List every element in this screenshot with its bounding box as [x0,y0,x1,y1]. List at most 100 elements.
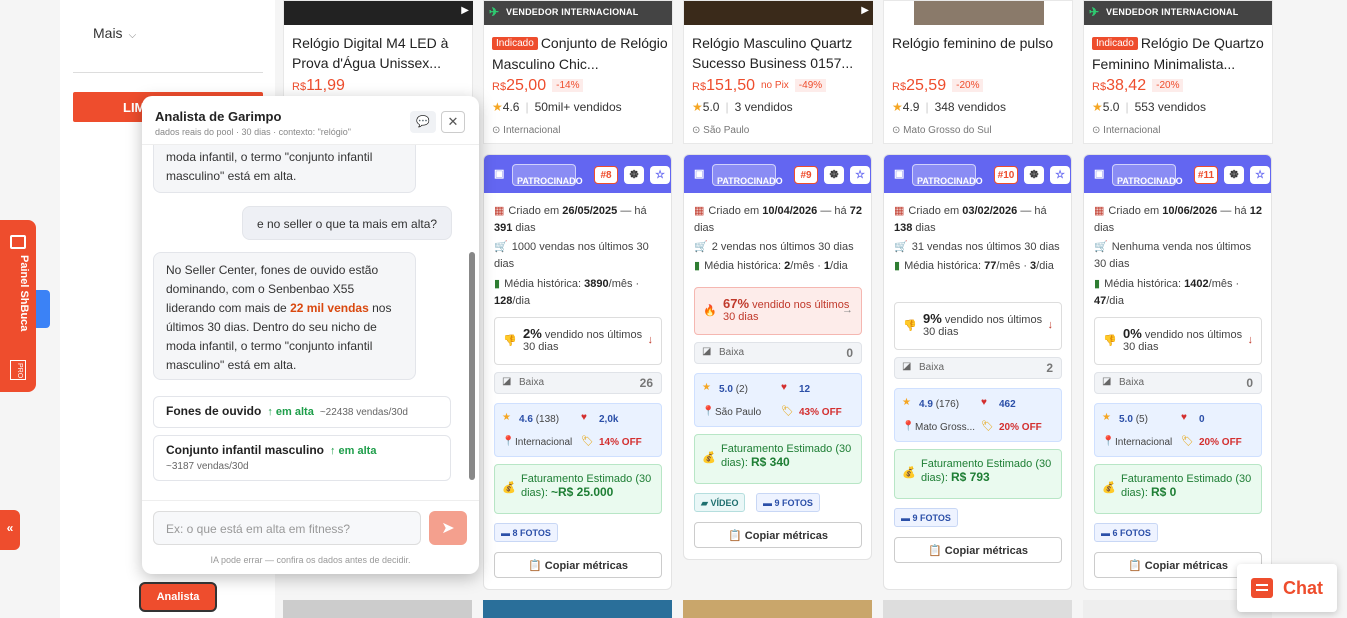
trend-item[interactable]: Conjunto infantil masculino ↑ em alta ~318… [153,435,451,481]
favorite-star-icon[interactable]: ☆ [850,166,870,184]
collapse-button[interactable]: « [0,510,20,550]
competition-level: ◪ Baixa 26 [494,372,662,394]
heart-icon: ♥ [981,397,987,408]
discount-badge: -49% [794,79,827,92]
price-value: 38,42 [1106,77,1147,94]
metrics-card: ▣ PATROCINADO #9 ☸ ☆ ▦ Criado em 10/04/2026 — … [683,154,872,560]
seller-icon[interactable]: ☸ [824,166,844,184]
chat-button[interactable]: Chat [1237,564,1337,612]
label: /mês · [996,260,1027,272]
camera-icon: ▬ [763,498,772,508]
rating-value: 5.0 [702,100,720,114]
tag-label: VÍDEO [710,498,739,508]
star-icon: ★ [892,100,903,114]
created-date: ▦ Criado em 10/04/2026 — há 72 dias [694,203,866,237]
photos-tag[interactable]: ▬ 6 FOTOS [1094,523,1158,542]
seller-icon[interactable]: ☸ [1224,166,1244,184]
chat-bubble-icon: 💬 [416,116,430,128]
blue-side-tab[interactable] [36,290,50,328]
label: /dia [512,295,531,307]
days-value: 72 [849,205,862,217]
days-value: 138 [894,222,913,234]
send-button[interactable]: ➤ [429,511,467,545]
sold-count: 553 vendidos [1134,100,1206,114]
label: Média histórica: [704,260,782,272]
painel-shbuca-tab[interactable]: Painel ShBuca PRO [0,220,36,392]
badge-label: PATROCINADO [1117,176,1183,186]
revenue-value: R$ 793 [950,470,990,484]
photos-tag[interactable]: ▬ 9 FOTOS [756,493,820,512]
label: Média histórica: [904,260,982,272]
product-card[interactable]: Relógio feminino de pulso R$25,59 -20% ★4.9… [883,0,1073,144]
copy-metrics-button[interactable]: 📋 Copiar métricas [494,552,662,578]
rating-info: ★ 4.9 (176) ♥ 462 📍 Mato Gross... 🏷 20% OFF [894,388,1062,442]
question-input[interactable]: Ex: o que está em alta em fitness? [153,511,421,545]
product-title[interactable]: Relógio Digital M4 LED à Prova d'Água Un… [292,33,468,73]
discount-value: 14% OFF [599,437,642,448]
location-text: Internacional [1103,125,1161,136]
label: Criado em [908,205,960,217]
pro-badge: PRO [10,360,26,380]
message-list[interactable]: moda infantil, o termo "conjunto infanti… [142,145,467,495]
video-tag[interactable]: ▰ VÍDEO [694,493,746,512]
rating-value: 4.6 [519,414,533,425]
metrics-header: ▣ PATROCINADO #8 ☸ ☆ [484,155,671,193]
scrollbar-thumb[interactable] [469,252,475,480]
button-label: Copiar métricas [944,545,1028,557]
seller-icon[interactable]: ☸ [624,166,644,184]
trend-item[interactable]: Fones de ouvido ↑ em alta ~22438 vendas/30… [153,396,451,428]
analista-button[interactable]: Analista [139,582,217,612]
product-title[interactable]: Relógio Masculino Quartz Sucesso Busines… [692,33,868,73]
product-title[interactable]: Indicado Relógio De Quartzo Feminino Mini… [1092,33,1268,73]
level-value: 2 [1046,361,1053,375]
button-label: Copiar métricas [744,530,828,542]
photos-tag[interactable]: ▬ 8 FOTOS [494,523,558,542]
copy-metrics-button[interactable]: 📋 Copiar métricas [694,522,862,548]
tag-label: 9 FOTOS [912,513,951,523]
rating-value: 4.6 [502,100,520,114]
thumbs-down-icon: 👎 [1103,335,1117,347]
level-icon: ◪ [902,361,912,372]
label: /dia [1106,295,1124,307]
copy-metrics-button[interactable]: 📋 Copiar métricas [894,537,1062,563]
product-image [683,600,872,618]
discount-value: 20% OFF [1199,437,1242,448]
rating-value: 5.0 [1119,414,1133,425]
panel-icon [10,235,26,249]
favorite-star-icon[interactable]: ☆ [650,166,670,184]
sold-percentage: 👎 2% vendido nos últimos 30 dias ↓ [494,317,662,365]
sold-count: 3 vendidos [734,100,793,114]
product-title[interactable]: Relógio feminino de pulso [892,33,1068,73]
product-card[interactable]: ▶ Relógio Masculino Quartz Sucesso Busine… [683,0,873,144]
chat-history-button[interactable]: 💬 [410,111,436,133]
chat-label: Chat [1283,578,1323,598]
favorite-star-icon[interactable]: ☆ [1050,166,1070,184]
play-icon: ▶ [461,5,469,16]
product-card[interactable]: ✈ VENDEDOR INTERNACIONAL Indicado Relógio D… [1083,0,1273,144]
created-date: ▦ Criado em 03/02/2026 — há 138 dias [894,203,1066,237]
product-title[interactable]: Indicado Conjunto de Relógio Masculino Ch… [492,33,668,73]
tag-label: 8 FOTOS [512,528,551,538]
close-button[interactable]: ✕ [441,111,465,133]
competition-level: ◪ Baixa 0 [1094,372,1262,394]
patrocinado-badge: PATROCINADO [912,164,983,186]
seller-icon[interactable]: ☸ [1024,166,1044,184]
favorite-star-icon[interactable]: ☆ [1250,166,1270,184]
metrics-card: ▣ PATROCINADO #8 ☸ ☆ ▦ Criado em 26/05/2025 — … [483,154,672,590]
clipboard-icon: 📋 [928,545,942,557]
location-text: Internacional [1115,437,1173,448]
money-bag-icon: 💰 [502,482,516,494]
mais-filter-toggle[interactable]: Mais ⌵ [93,25,136,41]
sold-count: 50mil+ vendidos [534,100,622,114]
scrollbar[interactable] [467,156,477,486]
money-bag-icon: 💰 [1102,482,1116,494]
product-card[interactable]: ✈ VENDEDOR INTERNACIONAL Indicado Conjunto … [483,0,673,144]
disclaimer: IA pode errar — confira os dados antes d… [210,555,411,565]
revenue-value: ~R$ 25.000 [550,485,614,499]
pct-value: 9% [923,311,942,326]
rank-badge: #8 [594,166,618,184]
tag-icon: 🏷 [581,436,594,447]
play-icon: ▶ [861,5,869,16]
photos-tag[interactable]: ▬ 9 FOTOS [894,508,958,527]
tag-label: 9 FOTOS [774,498,813,508]
